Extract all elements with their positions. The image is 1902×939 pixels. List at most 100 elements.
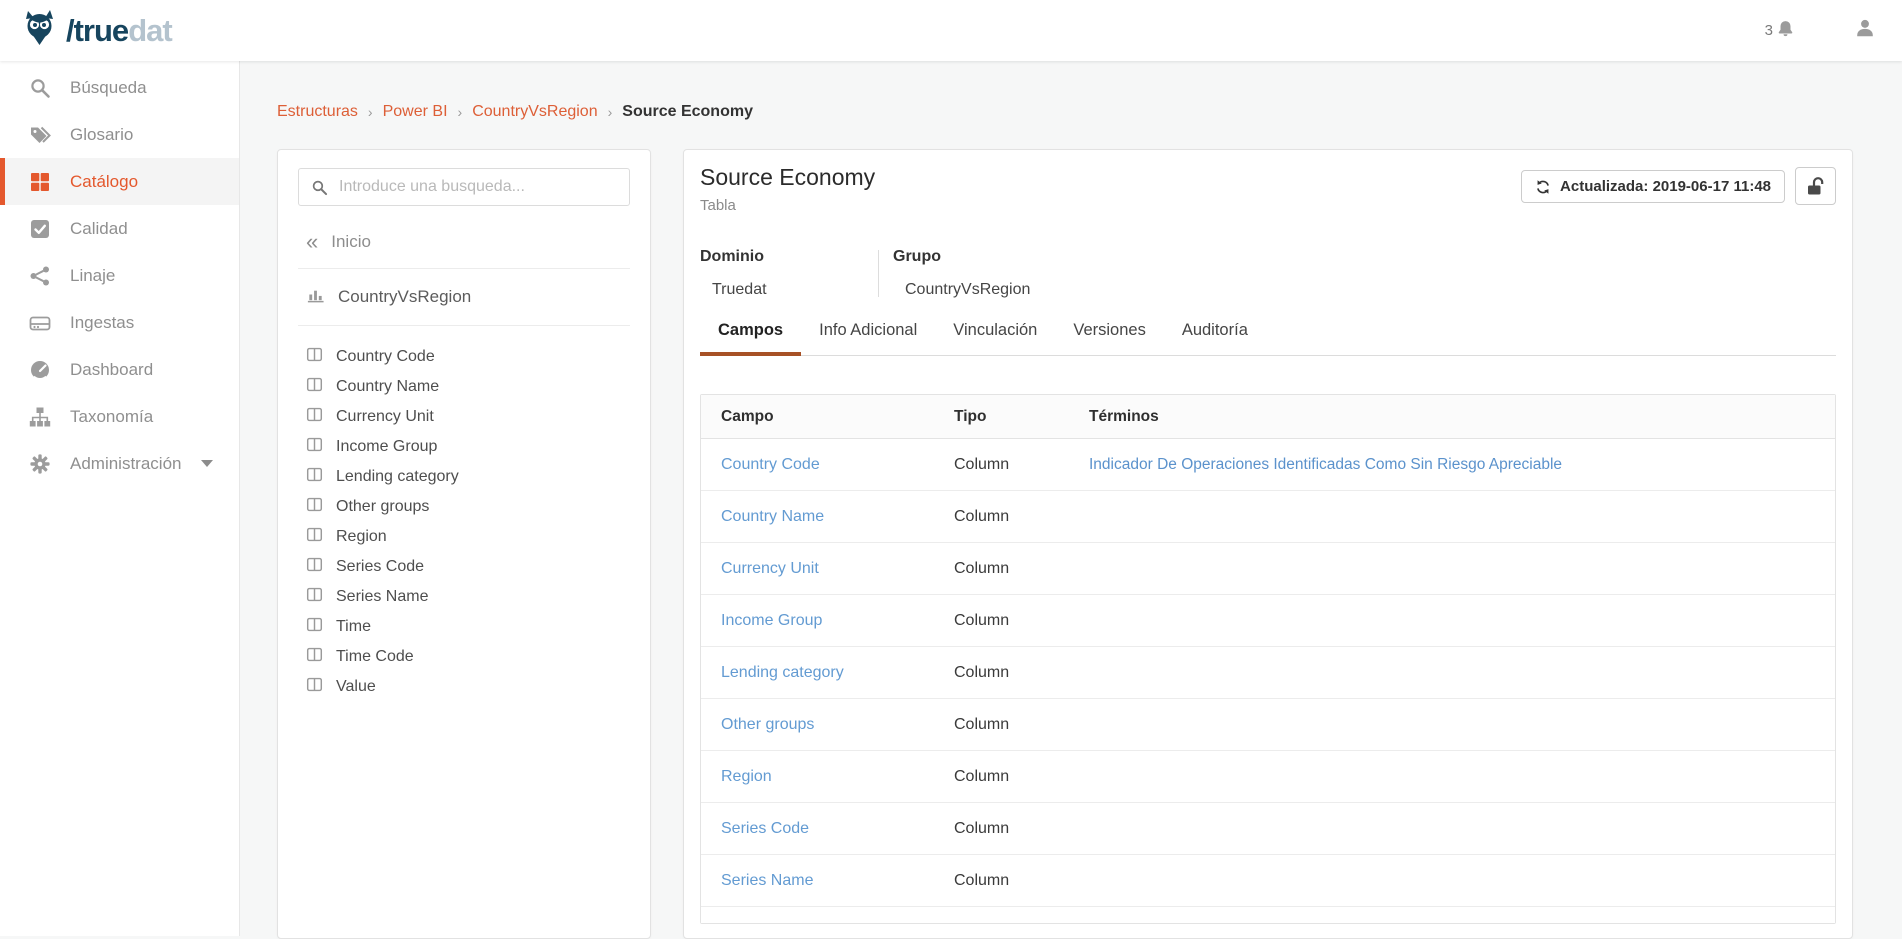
group-value: CountryVsRegion [905,281,1030,299]
columns-icon [306,646,323,668]
columns-icon [306,406,323,428]
bell-icon [1775,18,1796,44]
columns-icon [306,466,323,488]
search-icon [311,179,328,196]
sidebar-item-administracion[interactable]: Administración [0,440,239,487]
tree-item-field[interactable]: Other groups [306,492,650,522]
divider [298,268,630,269]
tab-versiones[interactable]: Versiones [1055,321,1163,356]
sidebar-item-busqueda[interactable]: Búsqueda [0,64,239,111]
field-link[interactable]: Income Group [721,612,822,629]
tree-item-field[interactable]: Income Group [306,432,650,462]
gear-icon [29,453,51,475]
table-row: Region Column [701,751,1835,803]
table-row: Other groups Column [701,699,1835,751]
tree-item-field[interactable]: Value [306,672,650,702]
check-square-icon [29,218,51,240]
sidebar-item-linaje[interactable]: Linaje [0,252,239,299]
field-link[interactable]: Country Name [721,508,824,525]
table-row: Currency Unit Column [701,543,1835,595]
app-header: /truedat 3 [0,0,1902,61]
tab-info-adicional[interactable]: Info Adicional [801,321,935,356]
field-link[interactable]: Lending category [721,664,844,681]
field-link[interactable]: Series Code [721,820,809,837]
drive-icon [29,312,51,334]
sidebar-item-glosario[interactable]: Glosario [0,111,239,158]
columns-icon [306,676,323,698]
tree-item-field[interactable]: Lending category [306,462,650,492]
columns-icon [306,436,323,458]
field-link[interactable]: Region [721,768,772,785]
sidebar-item-calidad[interactable]: Calidad [0,205,239,252]
columns-icon [306,586,323,608]
fields-table: Campo Tipo Términos Country Code Column … [700,394,1836,924]
tree-item-countryvsregion[interactable]: CountryVsRegion [306,285,650,309]
table-row: Country Code Column Indicador De Operaci… [701,439,1835,491]
table-row: Series Name Column [701,855,1835,907]
breadcrumb-link-countryvsregion[interactable]: CountryVsRegion [472,103,597,121]
tree-item-field[interactable]: Time [306,612,650,642]
breadcrumb-separator: › [458,104,463,120]
table-row: Lending category Column [701,647,1835,699]
logo-wordmark: /truedat [66,13,172,49]
tree-field-list: Country Code Country Name Currency Unit … [278,342,650,702]
metadata-row: Dominio Truedat Grupo CountryVsRegion [700,248,1836,299]
column-header-campo: Campo [701,408,934,426]
tree-item-field[interactable]: Time Code [306,642,650,672]
gauge-icon [29,359,51,381]
unlock-button[interactable] [1795,167,1836,205]
group-label: Grupo [893,248,1030,266]
column-header-tipo: Tipo [934,408,1069,426]
notifications-button[interactable]: 3 [1765,18,1796,44]
tags-icon [29,124,51,146]
search-icon [29,77,51,99]
columns-icon [306,496,323,518]
tab-auditoria[interactable]: Auditoría [1164,321,1266,356]
tab-campos[interactable]: Campos [700,321,801,356]
tree-item-field[interactable]: Series Name [306,582,650,612]
columns-icon [306,526,323,548]
divider [298,325,630,326]
field-link[interactable]: Country Code [721,456,820,473]
field-link[interactable]: Series Name [721,872,813,889]
breadcrumb-link-estructuras[interactable]: Estructuras [277,103,358,121]
tree-item-field[interactable]: Currency Unit [306,402,650,432]
page-title: Source Economy [700,164,875,191]
columns-icon [306,376,323,398]
columns-icon [306,616,323,638]
breadcrumb-current: Source Economy [622,103,753,121]
breadcrumb-separator: › [608,104,613,120]
app-logo: /truedat [20,7,172,54]
structure-tree-panel: « Inicio CountryVsRegion Country Code Co… [277,149,651,939]
column-header-terminos: Términos [1069,408,1835,426]
user-menu-button[interactable] [1854,17,1876,44]
term-link[interactable]: Indicador De Operaciones Identificadas C… [1089,456,1562,473]
tree-item-field[interactable]: Country Name [306,372,650,402]
field-link[interactable]: Other groups [721,716,814,733]
sidebar-item-taxonomia[interactable]: Taxonomía [0,393,239,440]
grid-icon [29,171,51,193]
refresh-updated-button[interactable]: Actualizada: 2019-06-17 11:48 [1521,170,1785,203]
breadcrumb: Estructuras › Power BI › CountryVsRegion… [277,103,1902,121]
table-row: Income Group Column [701,595,1835,647]
tree-item-field[interactable]: Country Code [306,342,650,372]
bar-chart-icon [306,285,325,309]
sidebar-item-catalogo[interactable]: Catálogo [0,158,239,205]
breadcrumb-link-powerbi[interactable]: Power BI [383,103,448,121]
tree-back-home-link[interactable]: « Inicio [306,232,650,252]
tab-vinculacion[interactable]: Vinculación [935,321,1055,356]
sidebar: Búsqueda Glosario Catálogo Calidad Linaj… [0,61,240,936]
unlocked-padlock-icon [1805,175,1827,197]
tree-search-input[interactable] [298,168,630,206]
tree-item-field[interactable]: Region [306,522,650,552]
columns-icon [306,346,323,368]
share-icon [29,265,51,287]
field-link[interactable]: Currency Unit [721,560,819,577]
sidebar-item-dashboard[interactable]: Dashboard [0,346,239,393]
tree-item-field[interactable]: Series Code [306,552,650,582]
user-icon [1854,17,1876,39]
angle-double-left-icon: « [306,235,318,249]
sitemap-icon [29,406,51,428]
sidebar-item-ingestas[interactable]: Ingestas [0,299,239,346]
structure-detail-panel: Source Economy Tabla Actualizada: 2019-0… [683,149,1853,939]
